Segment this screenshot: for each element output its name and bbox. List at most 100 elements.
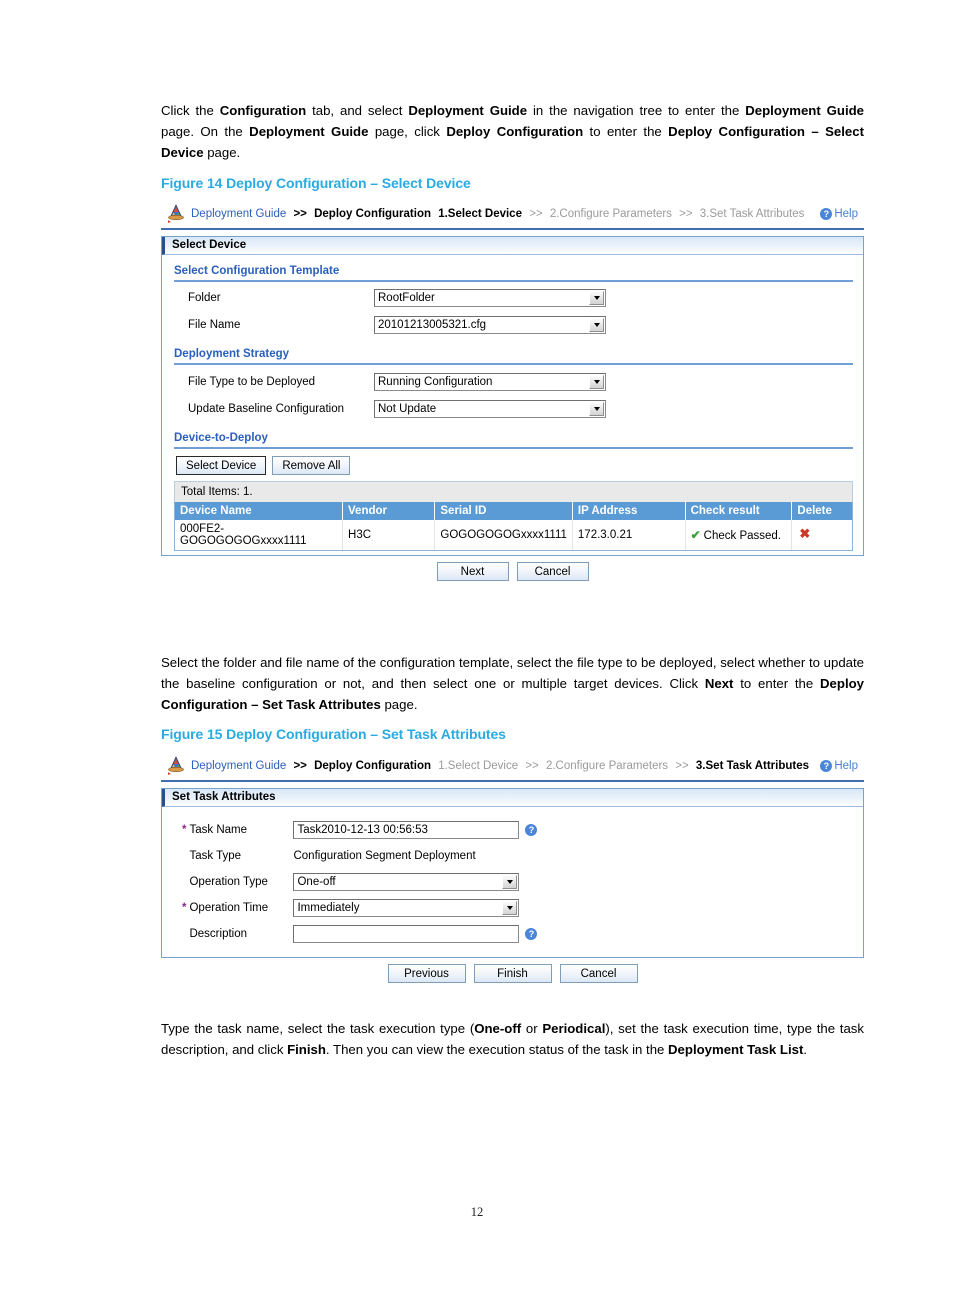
breadcrumb-step-2-14: 2.Configure Parameters bbox=[549, 208, 672, 220]
form-row-description: * Description ? bbox=[174, 921, 853, 947]
figure-14-screenshot: Deployment Guide >> Deploy Configuration… bbox=[161, 200, 864, 585]
figure-14-button-row: Next Cancel bbox=[161, 556, 864, 585]
help-label-15: Help bbox=[834, 760, 858, 772]
cancel-button-14[interactable]: Cancel bbox=[516, 562, 589, 581]
form-row-file-name: File Name 20101213005321.cfg bbox=[174, 311, 853, 338]
chevron-down-icon-operation-type[interactable] bbox=[502, 875, 518, 889]
form-row-file-type: File Type to be Deployed Running Configu… bbox=[174, 368, 853, 395]
red-x-icon[interactable]: ✖ bbox=[799, 526, 810, 541]
cell-ip-address: 172.3.0.21 bbox=[572, 520, 686, 550]
wizard-hat-icon bbox=[165, 203, 187, 225]
chevron-down-icon-file-name[interactable] bbox=[589, 317, 604, 332]
help-icon-14: ? bbox=[820, 208, 833, 220]
operation-time-value: Immediately bbox=[297, 902, 360, 914]
description-input[interactable] bbox=[293, 925, 520, 943]
breadcrumb-bar-14: Deployment Guide >> Deploy Configuration… bbox=[161, 200, 864, 230]
cell-delete: ✖ bbox=[791, 520, 852, 550]
wizard-hat-icon-15 bbox=[165, 755, 187, 777]
cancel-button-15[interactable]: Cancel bbox=[559, 964, 638, 983]
paragraph3-text: Type the task name, select the task exec… bbox=[161, 1021, 864, 1057]
intro-paragraph: Click the Configuration tab, and select … bbox=[161, 100, 864, 163]
breadcrumb-step-3-14: 3.Set Task Attributes bbox=[699, 208, 805, 220]
col-ip-address[interactable]: IP Address bbox=[572, 502, 686, 520]
help-icon-15: ? bbox=[820, 760, 833, 772]
select-folder-value: RootFolder bbox=[378, 291, 435, 304]
label-description: Description bbox=[189, 928, 248, 940]
paragraph-3: Type the task name, select the task exec… bbox=[161, 1018, 864, 1060]
paragraph1-text: Click the Configuration tab, and select … bbox=[161, 103, 865, 160]
device-table-header-row: Device Name Vendor Serial ID IP Address … bbox=[175, 502, 852, 520]
label-operation-type: Operation Type bbox=[189, 876, 268, 888]
form-row-operation-time: * Operation Time Immediately bbox=[174, 895, 853, 921]
required-star-task-name: * bbox=[182, 824, 187, 836]
section-device-to-deploy: Device-to-Deploy bbox=[174, 428, 853, 449]
col-serial-id[interactable]: Serial ID bbox=[434, 502, 573, 520]
required-star-operation-time: * bbox=[182, 902, 187, 914]
green-check-icon: ✔ bbox=[690, 528, 701, 542]
section-select-configuration-template: Select Configuration Template bbox=[174, 261, 853, 282]
breadcrumb-bar-15: Deployment Guide >> Deploy Configuration… bbox=[161, 752, 864, 782]
select-operation-type[interactable]: One-off bbox=[293, 873, 520, 891]
breadcrumb-section-15: Deploy Configuration bbox=[314, 760, 432, 772]
breadcrumb-sep-2-14: >> bbox=[529, 208, 543, 220]
form-row-task-name: * Task Name Task2010-12-13 00:56:53 ? bbox=[174, 817, 853, 843]
help-link-14[interactable]: ? Help bbox=[820, 208, 858, 220]
breadcrumb-root-link-14[interactable]: Deployment Guide bbox=[191, 208, 286, 220]
cell-check-result: ✔ Check Passed. bbox=[685, 520, 793, 550]
device-table: Device Name Vendor Serial ID IP Address … bbox=[175, 502, 852, 550]
col-check-result[interactable]: Check result bbox=[685, 502, 793, 520]
breadcrumb-step-1-14: 1.Select Device bbox=[438, 208, 522, 220]
select-file-name[interactable]: 20101213005321.cfg bbox=[374, 315, 606, 334]
breadcrumb-sep-3-14: >> bbox=[679, 208, 693, 220]
previous-button[interactable]: Previous bbox=[387, 964, 466, 983]
figure-15-caption: Figure 15 Deploy Configuration – Set Tas… bbox=[161, 726, 506, 742]
chevron-down-icon-file-type[interactable] bbox=[589, 374, 604, 389]
label-file-type-to-be-deployed: File Type to be Deployed bbox=[188, 375, 316, 388]
help-hint-icon-description[interactable]: ? bbox=[525, 928, 538, 940]
device-table-wrap: Device Name Vendor Serial ID IP Address … bbox=[174, 502, 853, 551]
breadcrumb-15: Deployment Guide >> Deploy Configuration… bbox=[191, 759, 813, 773]
col-vendor[interactable]: Vendor bbox=[342, 502, 436, 520]
help-label-14: Help bbox=[834, 208, 858, 220]
select-folder[interactable]: RootFolder bbox=[374, 288, 606, 307]
label-update-baseline-configuration: Update Baseline Configuration bbox=[188, 402, 344, 415]
select-update-baseline-value: Not Update bbox=[378, 402, 437, 415]
finish-button[interactable]: Finish bbox=[473, 964, 552, 983]
breadcrumb-section-14: Deploy Configuration bbox=[314, 208, 432, 220]
label-file-name: File Name bbox=[188, 318, 241, 331]
label-task-name: Task Name bbox=[189, 824, 248, 836]
form-row-update-baseline: Update Baseline Configuration Not Update bbox=[174, 395, 853, 422]
select-device-button[interactable]: Select Device bbox=[176, 456, 267, 475]
form-row-operation-type: * Operation Type One-off bbox=[174, 869, 853, 895]
paragraph-2: Select the folder and file name of the c… bbox=[161, 652, 864, 715]
col-delete[interactable]: Delete bbox=[791, 502, 852, 520]
select-update-baseline-configuration[interactable]: Not Update bbox=[374, 399, 606, 418]
figure-14-caption: Figure 14 Deploy Configuration – Select … bbox=[161, 175, 471, 191]
help-hint-icon-task-name[interactable]: ? bbox=[525, 824, 538, 836]
form-row-task-type: * Task Type Configuration Segment Deploy… bbox=[174, 843, 853, 869]
next-button[interactable]: Next bbox=[436, 562, 509, 581]
remove-all-button[interactable]: Remove All bbox=[272, 456, 351, 475]
select-operation-time[interactable]: Immediately bbox=[293, 899, 520, 917]
select-file-type-value: Running Configuration bbox=[378, 375, 493, 388]
chevron-down-icon-update-baseline[interactable] bbox=[589, 401, 604, 416]
breadcrumb-14: Deployment Guide >> Deploy Configuration… bbox=[191, 207, 808, 221]
breadcrumb-step-3-15: 3.Set Task Attributes bbox=[695, 760, 810, 772]
chevron-down-icon-operation-time[interactable] bbox=[502, 901, 518, 915]
chevron-down-icon-folder[interactable] bbox=[589, 290, 604, 305]
breadcrumb-root-link-15[interactable]: Deployment Guide bbox=[191, 760, 286, 772]
breadcrumb-sep-3-15: >> bbox=[675, 760, 689, 772]
panel-title-select-device: Select Device bbox=[162, 237, 863, 255]
help-link-15[interactable]: ? Help bbox=[820, 760, 858, 772]
cell-vendor: H3C bbox=[342, 520, 436, 550]
set-task-attributes-panel: Set Task Attributes * Task Name Task2010… bbox=[161, 788, 864, 958]
section-deployment-strategy: Deployment Strategy bbox=[174, 344, 853, 365]
select-file-type-to-be-deployed[interactable]: Running Configuration bbox=[374, 372, 606, 391]
page-number: 12 bbox=[470, 1205, 484, 1219]
task-name-input[interactable]: Task2010-12-13 00:56:53 bbox=[293, 821, 520, 839]
form-row-folder: Folder RootFolder bbox=[174, 284, 853, 311]
select-device-body: Select Configuration Template Folder Roo… bbox=[162, 255, 863, 555]
figure-15-screenshot: Deployment Guide >> Deploy Configuration… bbox=[161, 752, 864, 987]
operation-type-value: One-off bbox=[297, 876, 336, 888]
col-device-name[interactable]: Device Name bbox=[175, 502, 344, 520]
